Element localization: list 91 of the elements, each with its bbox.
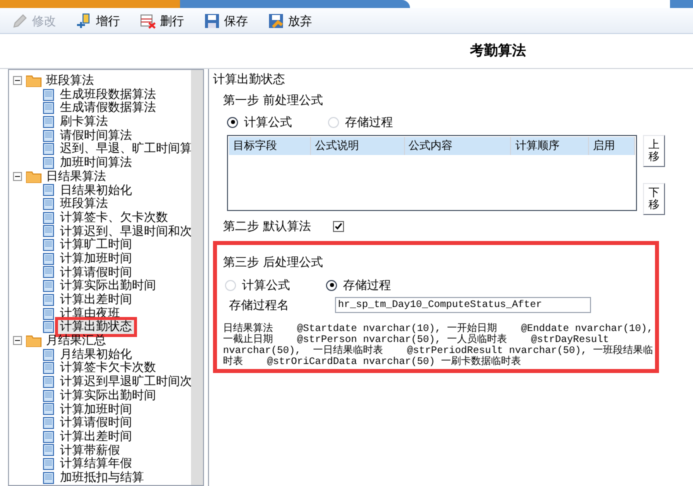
column-header: 目标字段: [229, 137, 311, 155]
tree-item[interactable]: 迟到、早退、旷工时间算: [58, 142, 194, 156]
add-row-icon: [76, 12, 92, 28]
tree-item[interactable]: 计算迟到、早退时间和次: [58, 224, 194, 238]
tree-item[interactable]: 计算签卡、欠卡次数: [58, 210, 170, 225]
tree-item[interactable]: 刷卡算法: [58, 115, 110, 129]
document-icon: [43, 252, 54, 265]
tree-item[interactable]: 计算实际出勤时间: [58, 279, 158, 294]
collapse-icon[interactable]: [13, 172, 22, 182]
collapse-icon[interactable]: [13, 76, 22, 86]
delete-row-icon: [140, 12, 156, 28]
tree-item[interactable]: 计算迟到早退旷工时间次: [58, 375, 194, 389]
column-header: 启用: [589, 137, 635, 155]
toolbar-button[interactable]: 放弃: [268, 12, 312, 30]
parameter-note: 日结果算法 @Startdate nvarchar(10), 一开始日期 @Enddate nvarchar(10), 一截止日期 @strPerson nvarchar(50), 一人员临时表 @strDayResult nvarchar(50), 一日结果临时表 @strPeriodResult nvarchar(50), 一班段结果临时表 @strOriCardData nvarchar(50) 一刷卡数据临时表: [223, 324, 654, 368]
tree-item[interactable]: 计算实际出勤时间: [58, 388, 158, 403]
document-icon: [43, 294, 54, 306]
document-icon: [43, 308, 54, 320]
radio-option[interactable]: 计算公式: [225, 276, 290, 294]
folder-icon: [26, 334, 42, 347]
document-icon: [43, 102, 54, 114]
tree-item[interactable]: 计算带薪假: [58, 444, 122, 458]
document-icon: [43, 198, 54, 210]
tree-item[interactable]: 计算加班时间: [58, 402, 134, 416]
tree-item[interactable]: 计算结算年假: [58, 457, 134, 471]
document-icon: [43, 88, 54, 101]
radio-option[interactable]: 存储过程: [328, 113, 393, 131]
document-icon: [43, 184, 54, 196]
document-icon: [43, 280, 54, 292]
move-button[interactable]: 上移: [643, 135, 665, 167]
checkbox[interactable]: [332, 220, 344, 232]
procedure-name-field[interactable]: hr_sp_tm_Day10_ComputeStatus_After: [335, 297, 591, 313]
document-icon: [43, 239, 54, 252]
document-icon: [43, 143, 54, 156]
tree-item[interactable]: 加班抵扣与结算: [58, 470, 146, 485]
tree-group-label[interactable]: 班段算法: [46, 74, 94, 88]
column-header: 计算顺序: [511, 137, 590, 155]
tree-item[interactable]: 计算出勤状态: [58, 320, 134, 334]
document-icon: [43, 266, 54, 278]
folder-icon: [26, 170, 42, 183]
toolbar-button[interactable]: 增行: [76, 12, 120, 30]
tree-item[interactable]: 班段算法: [58, 197, 110, 211]
section-title: 计算出勤状态: [213, 71, 286, 88]
document-icon: [43, 348, 54, 361]
document-icon: [43, 458, 54, 470]
document-icon: [43, 130, 54, 142]
tree-item[interactable]: 计算出差时间: [58, 430, 134, 444]
move-button[interactable]: 下移: [643, 183, 665, 215]
document-icon: [43, 116, 54, 128]
collapse-icon[interactable]: [13, 336, 22, 346]
document-icon: [43, 417, 54, 430]
step-label: 第一步 前处理公式: [223, 92, 324, 109]
tree-group-label[interactable]: 日结果算法: [46, 170, 106, 184]
tree-item[interactable]: 计算请假时间: [58, 416, 134, 430]
toolbar-button[interactable]: 保存: [204, 12, 248, 30]
tree-item[interactable]: 生成请假数据算法: [58, 101, 158, 116]
column-header: 公式说明: [310, 137, 405, 155]
tree-item[interactable]: 加班时间算法: [58, 156, 134, 170]
tree-item[interactable]: 计算加班时间: [58, 252, 134, 266]
radio-option[interactable]: 计算公式: [227, 113, 292, 131]
document-icon: [43, 212, 54, 224]
column-header: 公式内容: [404, 137, 512, 155]
document-icon: [43, 376, 54, 388]
document-icon: [43, 430, 54, 443]
tree-item[interactable]: 计算签卡欠卡次数: [58, 361, 158, 376]
document-icon: [43, 321, 54, 334]
tree-item[interactable]: 计算出差时间: [58, 293, 134, 307]
document-icon: [43, 444, 54, 456]
folder-icon: [26, 74, 42, 87]
discard-icon: [268, 12, 284, 28]
step-label: 第二步 默认算法: [223, 218, 311, 235]
document-icon: [43, 362, 54, 374]
document-icon: [43, 403, 54, 416]
document-icon: [43, 390, 54, 402]
document-icon: [43, 225, 54, 238]
tree-item[interactable]: 计算旷工时间: [58, 238, 134, 252]
tree-item[interactable]: 生成班段数据算法: [58, 88, 158, 102]
field-label: 存储过程名: [229, 297, 289, 314]
document-icon: [43, 156, 54, 169]
save-icon: [204, 12, 220, 28]
step-label: 第三步 后处理公式: [223, 254, 324, 271]
tree-item[interactable]: 请假时间算法: [58, 128, 134, 142]
document-icon: [43, 472, 54, 484]
tree-group-label[interactable]: 月结果汇总: [46, 334, 106, 348]
radio-option[interactable]: 存储过程: [326, 276, 391, 294]
tree-item[interactable]: 计算请假时间: [58, 266, 134, 280]
toolbar-button[interactable]: 删行: [140, 12, 184, 30]
tree-item[interactable]: 日结果初始化: [58, 184, 134, 198]
page-title: 考勤算法: [470, 42, 526, 60]
pencil-icon: [12, 12, 28, 28]
tree-item[interactable]: 月结果初始化: [58, 348, 134, 362]
